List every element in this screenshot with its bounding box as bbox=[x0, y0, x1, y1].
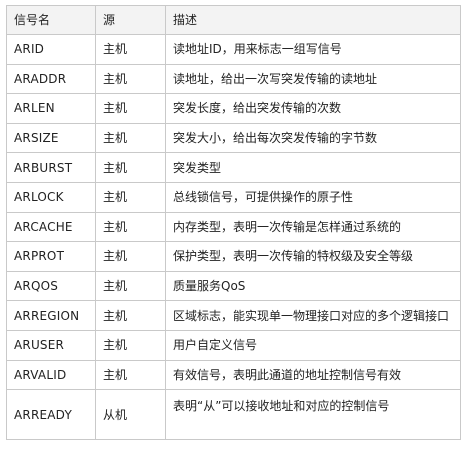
signal-name-cell: ARPROT bbox=[6, 241, 96, 272]
signal-source-cell: 主机 bbox=[95, 181, 166, 213]
signal-name-cell: ARQOS bbox=[6, 270, 96, 302]
signal-source-cell: 主机 bbox=[95, 359, 166, 391]
signal-name-cell: ARBURST bbox=[6, 152, 96, 183]
signal-name-cell: ARUSER bbox=[6, 329, 96, 361]
table-row: ARREADY 从机 表明“从”可以接收地址和对应的控制信号 bbox=[6, 389, 461, 441]
signal-name-cell: ARREGION bbox=[6, 300, 96, 331]
signal-name-cell: ARID bbox=[6, 34, 96, 65]
signal-name-cell: ARSIZE bbox=[6, 122, 96, 154]
table-row: ARBURST 主机 突发类型 bbox=[6, 152, 461, 183]
signal-description-cell: 有效信号，表明此通道的地址控制信号有效 bbox=[165, 359, 461, 391]
signal-source-cell: 从机 bbox=[95, 389, 166, 441]
table-row: ARSIZE 主机 突发大小，给出每次突发传输的字节数 bbox=[6, 122, 461, 154]
table-row: ARUSER 主机 用户自定义信号 bbox=[6, 329, 461, 361]
signal-source-cell: 主机 bbox=[95, 34, 166, 65]
table-row: ARLOCK 主机 总线锁信号，可提供操作的原子性 bbox=[6, 181, 461, 213]
signal-source-cell: 主机 bbox=[95, 152, 166, 183]
signal-source-cell: 主机 bbox=[95, 241, 166, 272]
signal-description-cell: 读地址ID，用来标志一组写信号 bbox=[165, 34, 461, 65]
signal-table: 信号名 源 描述 ARID 主机 读地址ID，用来标志一组写信号 ARADDR … bbox=[6, 5, 461, 441]
signal-name-cell: ARREADY bbox=[6, 389, 96, 441]
signal-source-cell: 主机 bbox=[95, 270, 166, 302]
header-source: 源 bbox=[95, 5, 166, 35]
signal-source-cell: 主机 bbox=[95, 63, 166, 95]
signal-name-cell: ARVALID bbox=[6, 359, 96, 391]
signal-name-cell: ARLEN bbox=[6, 93, 96, 124]
table-row: ARREGION 主机 区域标志，能实现单一物理接口对应的多个逻辑接口 bbox=[6, 300, 461, 331]
signal-description-cell: 用户自定义信号 bbox=[165, 329, 461, 361]
signal-description-cell: 质量服务QoS bbox=[165, 270, 461, 302]
signal-description-cell: 总线锁信号，可提供操作的原子性 bbox=[165, 181, 461, 213]
signal-description-cell: 内存类型，表明一次传输是怎样通过系统的 bbox=[165, 211, 461, 243]
table-row: ARPROT 主机 保护类型，表明一次传输的特权级及安全等级 bbox=[6, 241, 461, 272]
table-row: ARLEN 主机 突发长度，给出突发传输的次数 bbox=[6, 93, 461, 124]
header-signal-name: 信号名 bbox=[6, 5, 96, 35]
signal-name-cell: ARLOCK bbox=[6, 181, 96, 213]
signal-description-cell: 保护类型，表明一次传输的特权级及安全等级 bbox=[165, 241, 461, 272]
table-row: ARADDR 主机 读地址，给出一次写突发传输的读地址 bbox=[6, 63, 461, 95]
header-description: 描述 bbox=[165, 5, 461, 35]
table-row: ARQOS 主机 质量服务QoS bbox=[6, 270, 461, 302]
signal-source-cell: 主机 bbox=[95, 300, 166, 331]
signal-source-cell: 主机 bbox=[95, 329, 166, 361]
signal-source-cell: 主机 bbox=[95, 122, 166, 154]
signal-description-cell: 突发长度，给出突发传输的次数 bbox=[165, 93, 461, 124]
signal-description-cell: 区域标志，能实现单一物理接口对应的多个逻辑接口 bbox=[165, 300, 461, 331]
table-row: ARVALID 主机 有效信号，表明此通道的地址控制信号有效 bbox=[6, 359, 461, 391]
signal-description-cell: 突发类型 bbox=[165, 152, 461, 183]
table-row: ARCACHE 主机 内存类型，表明一次传输是怎样通过系统的 bbox=[6, 211, 461, 243]
signal-name-cell: ARADDR bbox=[6, 63, 96, 95]
signal-source-cell: 主机 bbox=[95, 211, 166, 243]
table-row: ARID 主机 读地址ID，用来标志一组写信号 bbox=[6, 34, 461, 65]
signal-source-cell: 主机 bbox=[95, 93, 166, 124]
table-header-row: 信号名 源 描述 bbox=[6, 5, 461, 35]
signal-description-cell: 表明“从”可以接收地址和对应的控制信号 bbox=[165, 389, 461, 441]
signal-description-cell: 突发大小，给出每次突发传输的字节数 bbox=[165, 122, 461, 154]
signal-description-cell: 读地址，给出一次写突发传输的读地址 bbox=[165, 63, 461, 95]
signal-name-cell: ARCACHE bbox=[6, 211, 96, 243]
